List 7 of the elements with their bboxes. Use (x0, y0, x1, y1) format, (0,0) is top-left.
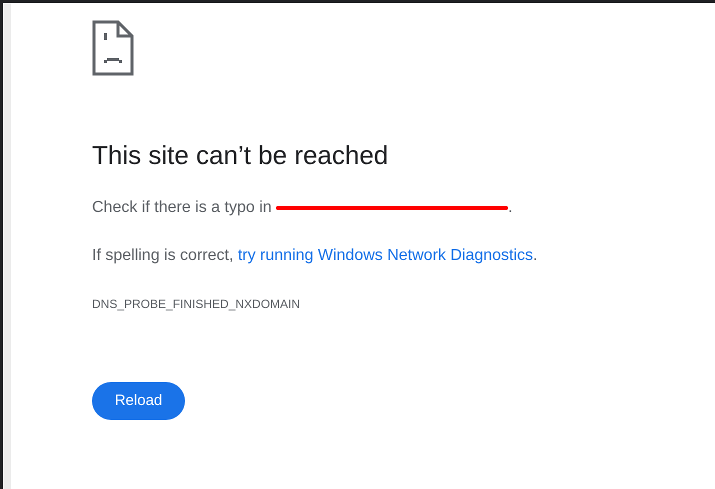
reload-button[interactable]: Reload (92, 382, 185, 420)
suggestion-message: If spelling is correct, try running Windows Network Diagnostics. (92, 246, 538, 266)
sad-page-icon (92, 20, 134, 76)
typo-message: Check if there is a typo in . (92, 198, 513, 218)
error-code: DNS_PROBE_FINISHED_NXDOMAIN (92, 296, 300, 312)
diagnostics-link[interactable]: try running Windows Network Diagnostics (238, 247, 534, 264)
page-heading: This site can’t be reached (92, 139, 388, 171)
